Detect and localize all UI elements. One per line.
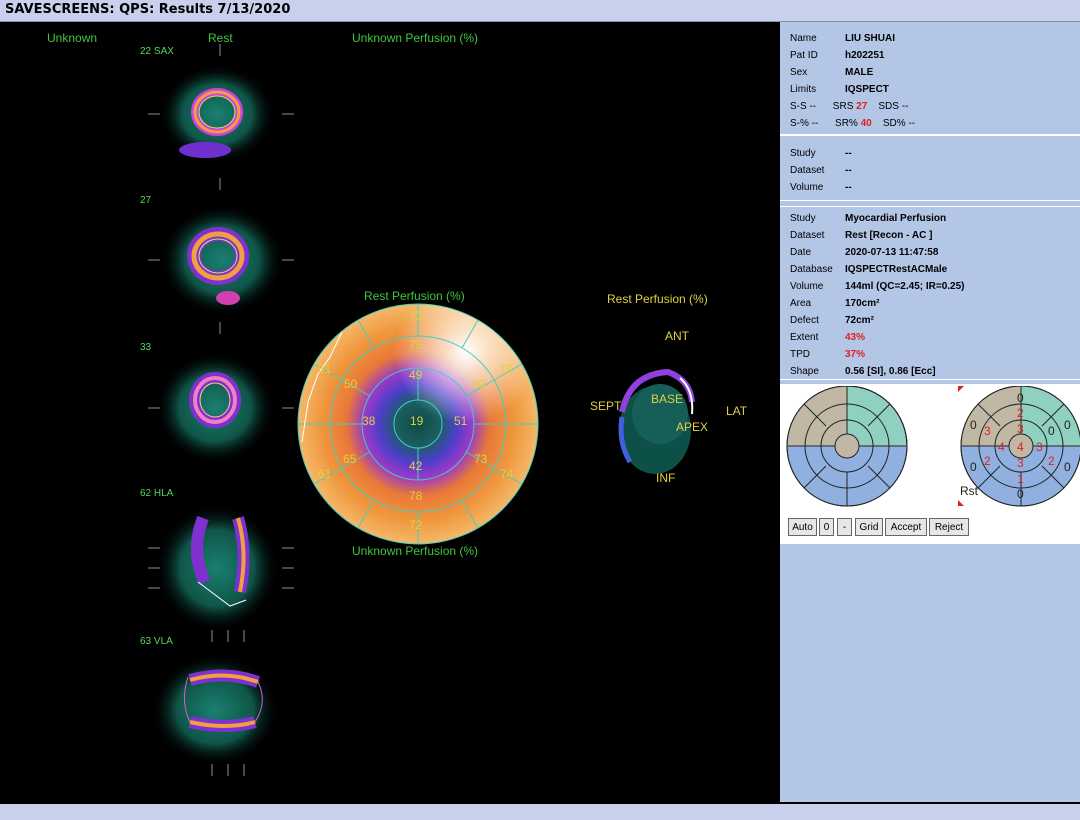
polar-mid-inf: 42 xyxy=(409,459,423,473)
score-row-1: S-S -- SRS 27 SDS -- xyxy=(790,101,909,112)
polar-b2: 79 xyxy=(499,362,513,376)
label-sept: SEPT xyxy=(590,399,622,413)
slice-hla xyxy=(148,504,294,632)
label-base: BASE xyxy=(651,392,684,406)
label-lat: LAT xyxy=(726,404,748,418)
label-inf: INF xyxy=(656,471,676,485)
grid-button[interactable]: Grid xyxy=(855,518,883,536)
patient-id: h202251 xyxy=(845,50,885,61)
score-b-infsept: 0 xyxy=(970,460,977,474)
score-b-antsept: 0 xyxy=(970,418,977,432)
score-c-antlat: 0 xyxy=(1048,424,1055,438)
score-b-inf: 0 xyxy=(1017,487,1024,501)
patient-name: LIU SHUAI xyxy=(845,33,895,44)
polar-mid-ant: 49 xyxy=(409,368,423,382)
score-c-inf: 1 xyxy=(1017,472,1024,486)
polar-c5: 65 xyxy=(343,452,357,466)
polar-b3: 74 xyxy=(500,467,514,481)
image-viewer[interactable]: Unknown Rest Unknown Perfusion (%) Unkno… xyxy=(0,22,778,804)
polar-map-title: Rest Perfusion (%) xyxy=(364,289,465,303)
score-mid-sept: 4 xyxy=(998,440,1005,454)
reject-button[interactable]: Reject xyxy=(929,518,969,536)
score-c-antsept: 3 xyxy=(984,424,991,438)
slice-vla xyxy=(151,630,279,776)
title-bar: SAVESCREENS: QPS: Results 7/13/2020 xyxy=(0,0,1080,22)
polar-c2: 90 xyxy=(472,377,486,391)
polar-apex: 19 xyxy=(410,414,424,428)
polar-mid-sept: 38 xyxy=(362,414,376,428)
srs-value: 27 xyxy=(856,101,868,112)
polar-b1: 73 xyxy=(409,309,423,323)
window-title: SAVESCREENS: QPS: Results 7/13/2020 xyxy=(5,2,291,17)
info-panel: Name LIU SHUAI Pat ID h202251 Sex MALE Limi… xyxy=(780,22,1080,802)
score-mid-inf: 3 xyxy=(1017,456,1024,470)
accept-button[interactable]: Accept xyxy=(885,518,927,536)
srp-value: 40 xyxy=(860,118,872,129)
extent-value: 43% xyxy=(845,332,866,343)
label-ant: ANT xyxy=(665,329,689,343)
segment-map xyxy=(786,386,908,507)
score-b-antlat: 0 xyxy=(1064,418,1071,432)
score-c-ant: 2 xyxy=(1017,406,1024,420)
polar-b4: 72 xyxy=(409,518,423,532)
patient-section: Name LIU SHUAI Pat ID h202251 Sex MALE Limi… xyxy=(780,22,1080,135)
volume-title: Rest Perfusion (%) xyxy=(607,292,708,306)
study-section-2: Study Myocardial Perfusion Dataset Rest [R… xyxy=(780,206,1080,380)
tpd-value: 37% xyxy=(845,349,866,360)
slice-33 xyxy=(148,322,294,464)
status-bar xyxy=(0,804,1080,820)
segment-diagrams[interactable] xyxy=(780,386,1080,536)
slice-sax-22 xyxy=(148,44,294,164)
patient-sex: MALE xyxy=(845,67,874,78)
scan-images xyxy=(148,44,695,776)
score-row-2: S-% -- SR% 40 SD% -- xyxy=(790,118,916,129)
label-apex: APEX xyxy=(676,420,709,434)
score-mid-lat: 3 xyxy=(1036,440,1043,454)
score-b-inflat: 0 xyxy=(1064,460,1071,474)
score-b-ant: 0 xyxy=(1017,391,1024,405)
zero-button[interactable]: 0 xyxy=(819,518,834,536)
polar-b5: 61 xyxy=(318,467,332,481)
polar-c6: 50 xyxy=(344,377,358,391)
patient-limits: IQSPECT xyxy=(845,84,889,95)
minus-button[interactable]: - xyxy=(837,518,852,536)
score-map-label: Rst xyxy=(960,484,978,498)
auto-button[interactable]: Auto xyxy=(788,518,817,536)
score-c-infsept: 2 xyxy=(984,454,991,468)
score-c-inflat: 2 xyxy=(1048,454,1055,468)
polar-b6: 61 xyxy=(318,362,332,376)
polar-c1: 75 xyxy=(409,338,423,352)
polar-c4: 78 xyxy=(409,489,423,503)
slice-27 xyxy=(148,178,294,316)
score-mid-ant: 3 xyxy=(1017,422,1024,436)
polar-c3: 73 xyxy=(474,452,488,466)
study-section-1: Study -- Dataset -- Volume -- xyxy=(780,135,1080,201)
score-apex: 4 xyxy=(1017,440,1024,454)
polar-mid-lat: 51 xyxy=(454,414,468,428)
